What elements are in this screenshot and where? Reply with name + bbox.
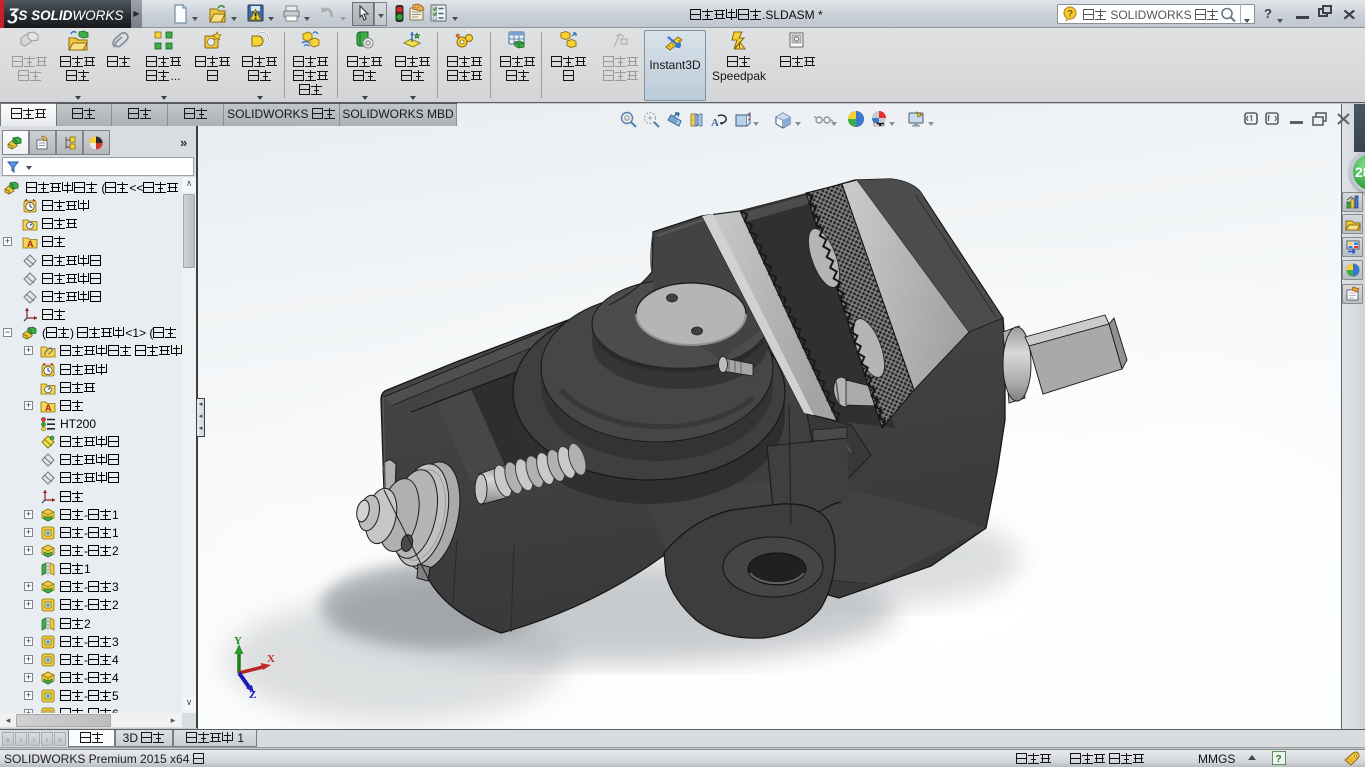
svg-text:A: A <box>711 117 719 129</box>
svg-text:?: ? <box>1276 754 1282 765</box>
svg-text:Z: Z <box>249 689 256 700</box>
svg-text:Y: Y <box>234 635 242 647</box>
svg-text:?: ? <box>1068 9 1074 19</box>
svg-text:X: X <box>267 653 275 665</box>
